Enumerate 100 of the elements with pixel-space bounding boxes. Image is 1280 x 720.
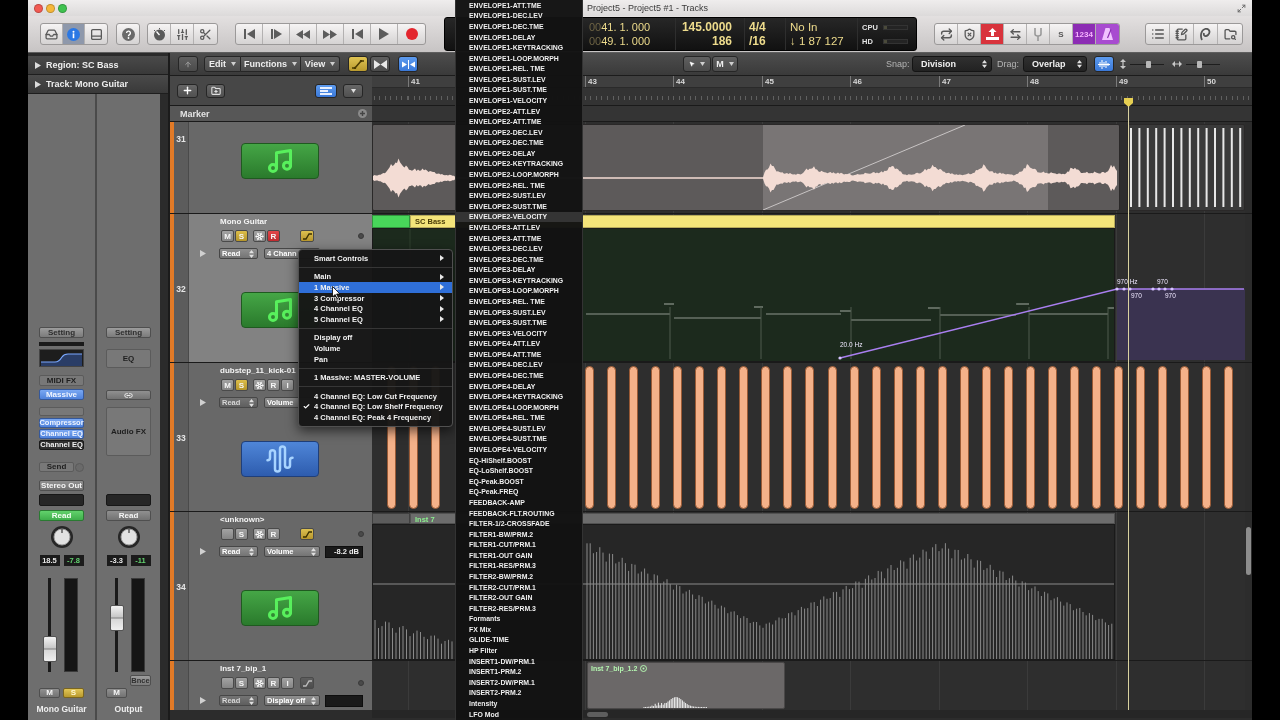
eq-curve-icon[interactable] <box>39 349 84 367</box>
waveform-zoom-button[interactable] <box>1094 56 1114 72</box>
horizontal-arrows-icon <box>1172 61 1182 67</box>
output-button[interactable]: Stereo Out <box>39 480 84 491</box>
tool-menu[interactable] <box>683 56 711 72</box>
metronome-button[interactable] <box>1096 24 1119 44</box>
scrollbar-thumb[interactable] <box>587 711 608 717</box>
scrollbar-thumb[interactable] <box>1246 527 1251 575</box>
knob-icon <box>152 27 166 41</box>
up-button[interactable] <box>178 56 198 72</box>
channel-name: Mono Guitar <box>36 704 87 715</box>
fader-handle[interactable] <box>110 605 124 631</box>
freeze-button[interactable] <box>253 677 266 689</box>
sliders-icon <box>175 27 189 41</box>
up-down-arrows-icon <box>249 249 254 258</box>
global-tracks-button[interactable] <box>315 83 337 98</box>
up-down-arrows-icon <box>249 696 254 705</box>
slider-thumb[interactable] <box>1197 60 1202 68</box>
skip-back-icon <box>351 29 363 39</box>
shield-x-icon <box>962 27 976 41</box>
snap-menu[interactable]: Division <box>912 56 992 72</box>
menu-button[interactable]: View <box>301 56 340 72</box>
fast-forward-icon <box>323 29 337 39</box>
repeat-arrows-icon <box>939 27 953 41</box>
automation-button[interactable] <box>300 230 314 242</box>
pan-knob[interactable] <box>117 526 140 548</box>
disclosure-triangle-icon[interactable] <box>200 399 206 406</box>
tool-menu[interactable]: M <box>712 56 738 72</box>
info-icon <box>67 27 80 41</box>
disclosure-triangle-icon[interactable] <box>35 80 41 88</box>
automation-line[interactable] <box>838 286 1245 360</box>
blank-button[interactable] <box>221 528 234 540</box>
channel-name: Output <box>114 704 143 715</box>
automation-mode-button[interactable]: Read <box>106 510 151 521</box>
value-field[interactable] <box>325 694 363 707</box>
bar-number: 46 <box>853 77 862 87</box>
minimize-button[interactable] <box>46 3 55 13</box>
marker-label: Marker <box>180 108 210 119</box>
eq-slot[interactable]: EQ <box>106 349 151 368</box>
folder-plus-icon <box>210 85 221 96</box>
setting-button[interactable]: Setting <box>39 327 84 338</box>
skip-back-icon <box>243 29 255 39</box>
circle-icon <box>358 233 364 239</box>
caret-icon <box>728 62 734 66</box>
link-button[interactable] <box>106 390 151 400</box>
play-icon <box>379 28 389 40</box>
division-readout: /16 <box>749 34 766 48</box>
disclosure-triangle-icon[interactable] <box>200 697 206 704</box>
automation-button[interactable] <box>300 677 314 689</box>
disclosure-triangle-icon[interactable] <box>35 61 41 69</box>
up-down-arrows-icon <box>982 60 987 68</box>
inspector-section[interactable]: Track: Mono Guitar <box>28 75 168 94</box>
metronome-icon <box>1102 28 1113 40</box>
automation-curve-icon <box>302 530 312 538</box>
snowflake-icon <box>255 678 264 688</box>
audio-region[interactable] <box>1127 124 1245 211</box>
vertical-arrows-icon <box>1120 59 1126 69</box>
waveform-drawing <box>643 695 708 708</box>
menu-button[interactable]: Edit <box>204 56 241 72</box>
setting-button[interactable]: Setting <box>106 327 151 338</box>
flex-mode-button[interactable] <box>398 56 418 72</box>
drag-menu[interactable]: Overlap <box>1023 56 1087 72</box>
count-in-button[interactable]: 1234 <box>1073 24 1096 44</box>
freeze-button[interactable] <box>253 230 266 242</box>
add-track-button[interactable] <box>177 83 198 98</box>
record-button[interactable]: R <box>267 230 280 242</box>
blank-button[interactable] <box>221 677 234 689</box>
caret-icon <box>350 88 356 93</box>
zoom-button[interactable] <box>58 3 67 13</box>
number-column <box>174 661 188 710</box>
expand-arrows-icon[interactable] <box>1237 3 1246 13</box>
track-options-button[interactable] <box>343 83 363 98</box>
window-title: Project5 - Project5 #1 - Tracks <box>587 3 709 13</box>
bar-number: 48 <box>1030 77 1039 87</box>
marker-track-header[interactable]: Marker <box>170 106 372 121</box>
slider-thumb[interactable] <box>1146 60 1151 68</box>
disclosure-triangle-icon[interactable] <box>200 548 206 555</box>
fader-handle[interactable] <box>43 636 57 662</box>
notepad-icon <box>1175 27 1188 41</box>
send-slot[interactable]: Send <box>39 462 74 472</box>
freeze-button[interactable] <box>253 528 266 540</box>
level-bar <box>39 342 84 346</box>
autopunch-button[interactable] <box>981 24 1004 44</box>
plus-circle-icon <box>358 109 367 118</box>
midi-fx-slot[interactable]: MIDI FX <box>39 375 84 386</box>
help-button[interactable] <box>116 23 140 45</box>
automation-button[interactable] <box>300 528 314 540</box>
automation-mode-button[interactable] <box>348 56 368 72</box>
tempo-sub-readout: 186 <box>711 34 732 48</box>
pan-knob[interactable] <box>50 526 73 548</box>
bar-number: 45 <box>765 77 774 87</box>
catch-mode-button[interactable] <box>370 56 390 72</box>
menu-button[interactable]: Functions <box>241 56 301 72</box>
inspector-section[interactable]: Region: SC Bass <box>28 56 168 75</box>
audio-fx-slot[interactable]: Audio FX <box>106 407 151 456</box>
new-folder-button[interactable] <box>206 83 225 98</box>
track-name: Inst 7_bip_1 <box>219 663 268 675</box>
close-button[interactable] <box>34 3 43 13</box>
freeze-button[interactable] <box>253 379 266 391</box>
automation-curve-icon <box>302 232 312 240</box>
